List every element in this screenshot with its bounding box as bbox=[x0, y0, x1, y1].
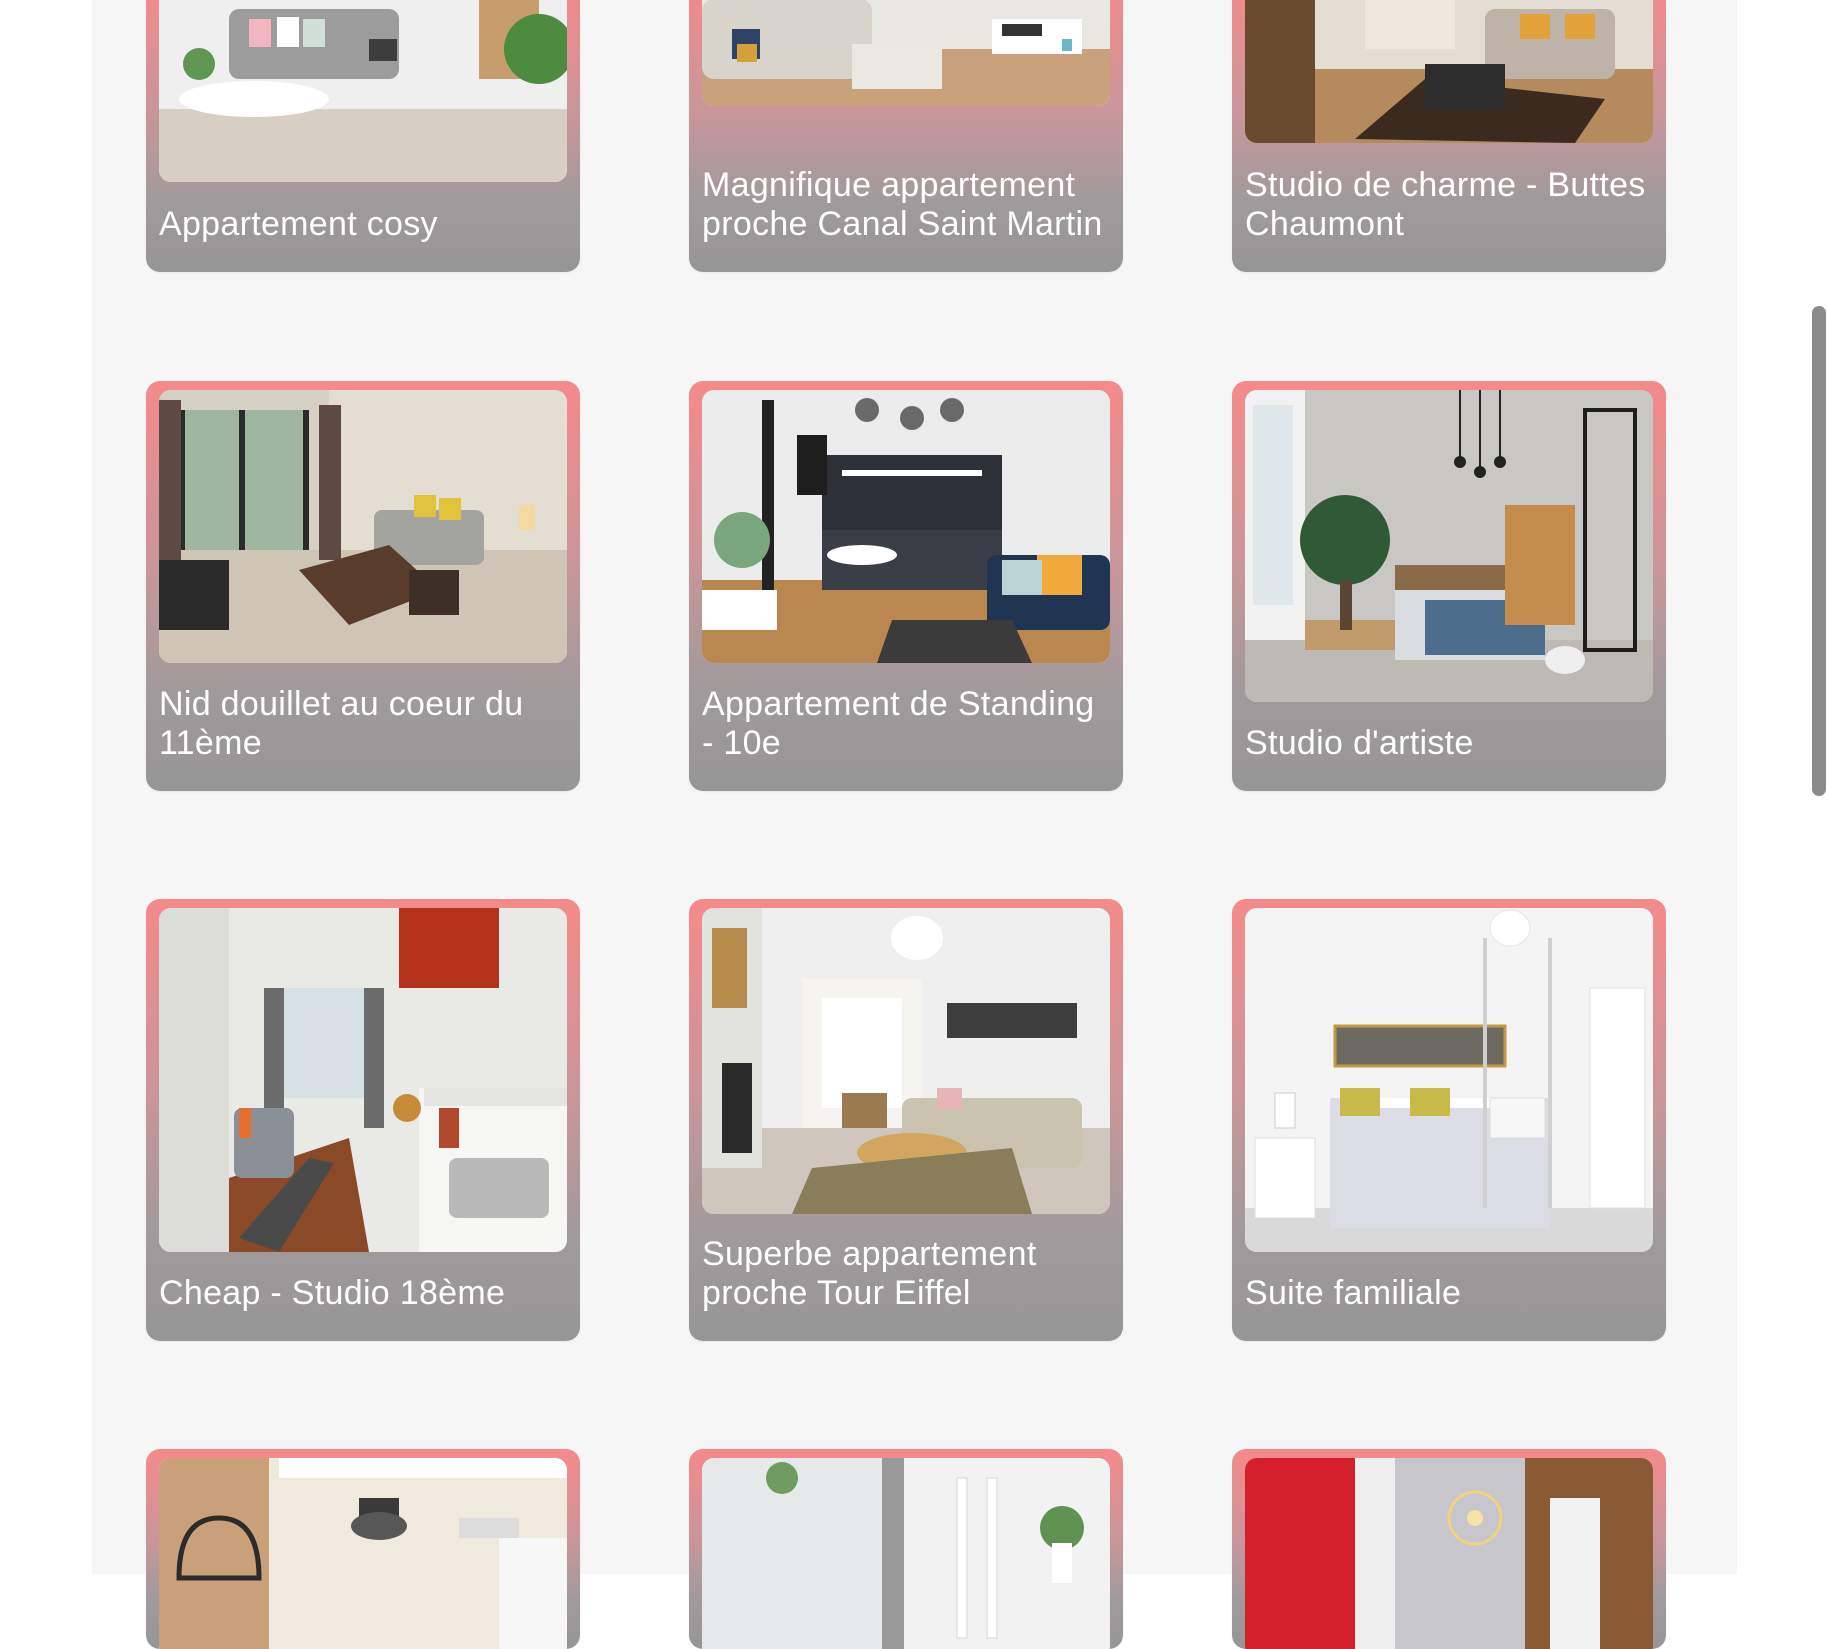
listing-title[interactable]: Appartement de Standing - 10e bbox=[702, 685, 1110, 763]
listing-card[interactable] bbox=[1232, 1449, 1666, 1649]
listing-card[interactable]: Appartement de Standing - 10e bbox=[689, 381, 1123, 791]
scrollbar-thumb[interactable] bbox=[1812, 306, 1826, 796]
listing-card[interactable]: Magnifique appartement proche Canal Sain… bbox=[689, 0, 1123, 272]
listing-photo[interactable] bbox=[702, 1458, 1110, 1649]
listing-card[interactable] bbox=[689, 1449, 1123, 1649]
listing-title[interactable]: Cheap - Studio 18ème bbox=[159, 1274, 567, 1313]
listing-title[interactable]: Studio d'artiste bbox=[1245, 724, 1653, 763]
listing-photo[interactable] bbox=[702, 0, 1110, 106]
listing-photo[interactable] bbox=[702, 390, 1110, 663]
listing-title[interactable]: Superbe appartement proche Tour Eiffel bbox=[702, 1235, 1110, 1313]
listings-grid: Appartement cosy Magnifique appartement … bbox=[92, 0, 1737, 1649]
listing-card[interactable]: Nid douillet au coeur du 11ème bbox=[146, 381, 580, 791]
listing-photo[interactable] bbox=[159, 908, 567, 1252]
listing-photo[interactable] bbox=[159, 390, 567, 663]
listing-title[interactable]: Studio de charme - Buttes Chaumont bbox=[1245, 166, 1653, 244]
listing-title[interactable]: Nid douillet au coeur du 11ème bbox=[159, 685, 567, 763]
listing-card[interactable]: Cheap - Studio 18ème bbox=[146, 899, 580, 1341]
listing-photo[interactable] bbox=[1245, 1458, 1653, 1649]
listing-photo[interactable] bbox=[1245, 390, 1653, 702]
vertical-scrollbar[interactable] bbox=[1806, 0, 1828, 1574]
listing-photo[interactable] bbox=[702, 908, 1110, 1214]
listing-card[interactable]: Studio d'artiste bbox=[1232, 381, 1666, 791]
listing-photo[interactable] bbox=[1245, 908, 1653, 1252]
listing-photo[interactable] bbox=[1245, 0, 1653, 143]
listing-card[interactable] bbox=[146, 1449, 580, 1649]
listing-photo[interactable] bbox=[159, 1458, 567, 1649]
listing-card[interactable]: Suite familiale bbox=[1232, 899, 1666, 1341]
listing-card[interactable]: Appartement cosy bbox=[146, 0, 580, 272]
listing-photo[interactable] bbox=[159, 0, 567, 182]
listing-title[interactable]: Suite familiale bbox=[1245, 1274, 1653, 1313]
listing-card[interactable]: Superbe appartement proche Tour Eiffel bbox=[689, 899, 1123, 1341]
listing-title[interactable]: Magnifique appartement proche Canal Sain… bbox=[702, 166, 1110, 244]
listings-page: Appartement cosy Magnifique appartement … bbox=[92, 0, 1737, 1649]
listing-title[interactable]: Appartement cosy bbox=[159, 205, 567, 244]
listing-card[interactable]: Studio de charme - Buttes Chaumont bbox=[1232, 0, 1666, 272]
